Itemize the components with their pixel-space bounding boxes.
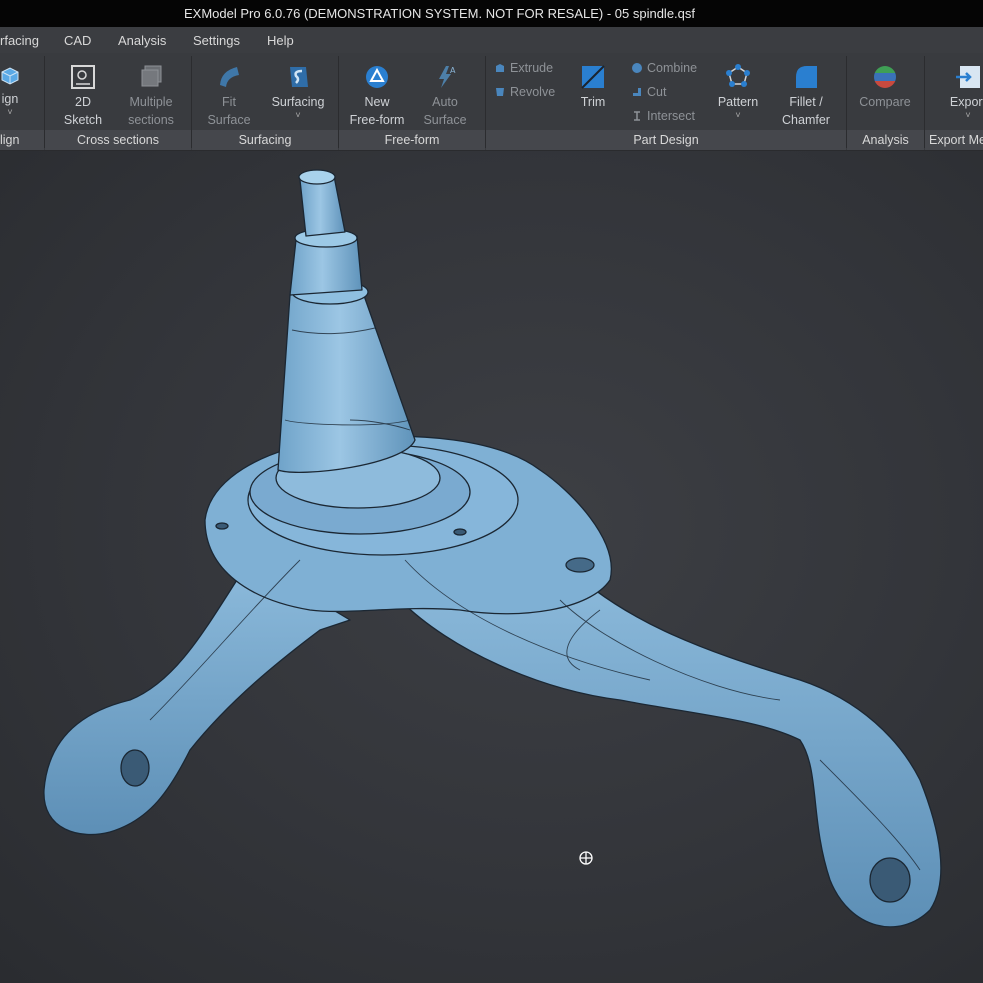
pattern-label: Pattern (717, 95, 759, 109)
auto-surface-icon: A (439, 66, 456, 88)
group-label-export: Export Me (925, 130, 983, 150)
fit-surface-label-1: Fit (222, 95, 236, 109)
fillet-chamfer-label-2: Chamfer (782, 113, 830, 127)
design-label: ign (1, 92, 19, 106)
trim-button[interactable]: Trim (574, 63, 612, 111)
new-free-form-label-1: New (364, 95, 390, 109)
fit-surface-label-2: Surface (207, 113, 251, 127)
free-form-icon (366, 66, 388, 88)
revolve-label: Revolve (510, 85, 556, 99)
combine-button[interactable]: Combine (631, 61, 697, 75)
menu-cad[interactable]: CAD (64, 33, 91, 48)
fit-surface-button[interactable]: Fit Surface (204, 63, 254, 129)
extrude-button[interactable]: Extrude (494, 61, 553, 75)
2d-sketch-button[interactable]: 2D Sketch (58, 63, 108, 129)
chevron-down-icon: ˅ (295, 110, 301, 120)
chevron-down-icon: ˅ (965, 110, 971, 120)
spindle-model[interactable] (0, 151, 983, 983)
group-label-surfacing: Surfacing (192, 130, 338, 150)
rotate-cursor-icon (579, 851, 593, 865)
extrude-label: Extrude (510, 61, 554, 75)
auto-surface-label-2: Surface (423, 113, 467, 127)
multiple-sections-button[interactable]: Multiple sections (122, 63, 180, 129)
3d-viewport[interactable] (0, 151, 983, 983)
menu-analysis[interactable]: Analysis (118, 33, 166, 48)
multiple-sections-label-2: sections (128, 113, 174, 127)
stacked-sections-icon (141, 65, 162, 87)
intersect-button[interactable]: Intersect (631, 109, 695, 123)
2d-sketch-label-1: 2D (75, 95, 91, 109)
svg-text:A: A (450, 66, 456, 75)
fillet-icon (796, 66, 817, 88)
pattern-icon (726, 64, 750, 87)
surfacing-label: Surfacing (271, 95, 325, 109)
multiple-sections-label-1: Multiple (129, 95, 173, 109)
compare-button[interactable]: Compare (856, 63, 914, 111)
menu-surfacing[interactable]: rfacing (0, 33, 39, 48)
revolve-icon (496, 88, 504, 96)
surfacing-icon (290, 67, 308, 87)
surfacing-button[interactable]: Surfacing ˅ (268, 63, 328, 120)
intersect-label: Intersect (647, 109, 695, 123)
chevron-down-icon: ˅ (735, 110, 741, 120)
auto-surface-button[interactable]: A Auto Surface (419, 63, 471, 129)
cut-button[interactable]: Cut (631, 85, 666, 99)
combine-label: Combine (647, 61, 698, 75)
menu-bar: rfacing CAD Analysis Settings Help (0, 27, 983, 53)
compare-label: Compare (859, 95, 911, 109)
new-free-form-label-2: Free-form (349, 113, 405, 127)
cube-icon (1, 67, 19, 85)
menu-settings[interactable]: Settings (193, 33, 240, 48)
cut-label: Cut (647, 85, 667, 99)
group-label-free-form: Free-form (339, 130, 485, 150)
extrude-icon (496, 64, 504, 72)
intersect-icon (634, 111, 640, 121)
new-free-form-button[interactable]: New Free-form (346, 63, 408, 129)
fillet-chamfer-button[interactable]: Fillet / Chamfer (778, 63, 834, 129)
compare-icon (874, 66, 896, 88)
2d-sketch-label-2: Sketch (63, 113, 103, 127)
group-label-cross-sections: Cross sections (45, 130, 191, 150)
export-icon (956, 66, 980, 88)
menu-help[interactable]: Help (267, 33, 294, 48)
trim-icon (581, 65, 605, 89)
group-label-design: lign (0, 130, 44, 150)
title-bar: EXModel Pro 6.0.76 (DEMONSTRATION SYSTEM… (0, 0, 983, 27)
design-button[interactable]: ign ˅ (0, 64, 28, 117)
fit-surface-icon (220, 67, 239, 87)
pattern-button[interactable]: Pattern ˅ (712, 63, 764, 120)
chevron-down-icon: ˅ (7, 107, 13, 117)
window-title: EXModel Pro 6.0.76 (DEMONSTRATION SYSTEM… (184, 6, 695, 21)
group-label-analysis: Analysis (847, 130, 924, 150)
revolve-button[interactable]: Revolve (494, 85, 555, 99)
group-label-part-design: Part Design (486, 130, 846, 150)
auto-surface-label-1: Auto (432, 95, 458, 109)
trim-label: Trim (580, 95, 606, 109)
combine-icon (632, 63, 642, 73)
fillet-chamfer-label-1: Fillet / (789, 95, 823, 109)
export-label: Export (949, 95, 983, 109)
sketch-icon (71, 65, 95, 89)
cut-icon (633, 88, 641, 96)
export-button[interactable]: Export ˅ (946, 63, 983, 120)
